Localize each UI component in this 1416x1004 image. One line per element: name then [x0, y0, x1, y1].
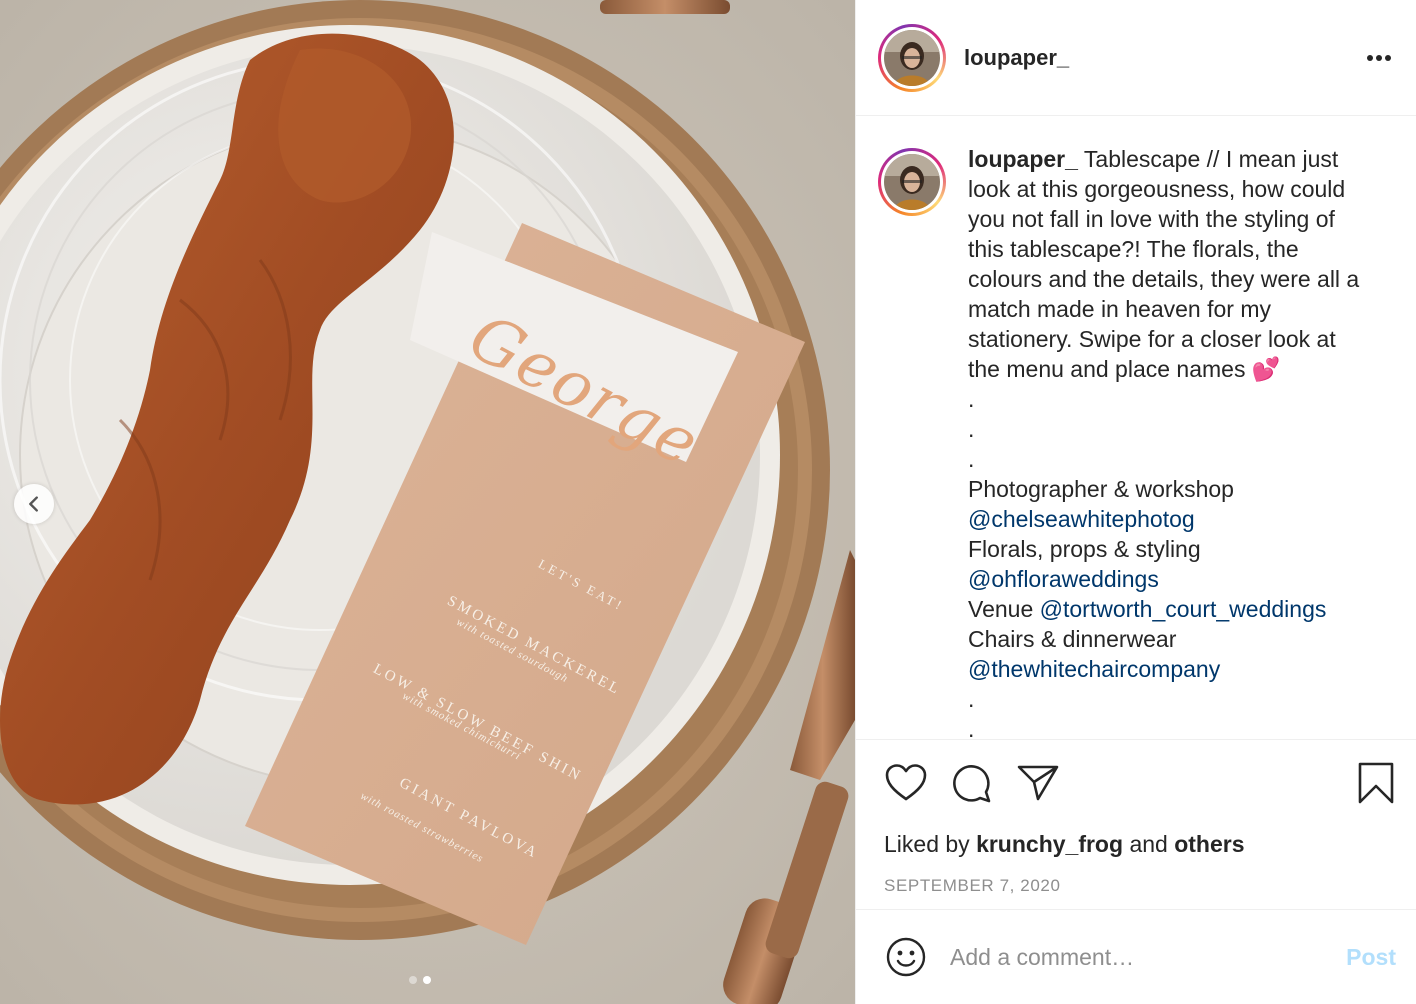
- caption-avatar[interactable]: [878, 148, 946, 216]
- caption-line: stationery. Swipe for a closer look at: [968, 326, 1336, 352]
- save-button[interactable]: [1354, 761, 1398, 805]
- caption-line: this tablescape?! The florals, the: [968, 236, 1299, 262]
- caption-line: .: [968, 686, 975, 712]
- liked-by-others[interactable]: others: [1174, 831, 1244, 857]
- carousel-dot: [409, 976, 417, 984]
- post-date[interactable]: SEPTEMBER 7, 2020: [856, 862, 1416, 910]
- tablescape-photo: [0, 0, 855, 1004]
- caption-line: colours and the details, they were all a: [968, 266, 1360, 292]
- caption-line: the menu and place names 💕: [968, 356, 1281, 382]
- carousel-dot-active: [423, 976, 431, 984]
- share-button[interactable]: [1016, 761, 1060, 805]
- more-horizontal-icon: [1367, 54, 1391, 61]
- caption-line: .: [968, 716, 975, 740]
- share-paper-plane-icon: [1017, 765, 1059, 801]
- caption-line: .: [968, 416, 975, 442]
- likes-summary: Liked by krunchy_frog and others: [856, 826, 1416, 862]
- mention-link[interactable]: @tortworth_court_weddings: [1040, 596, 1327, 622]
- liked-by-and: and: [1129, 831, 1168, 857]
- more-options-button[interactable]: [1362, 41, 1396, 75]
- caption-line: look at this gorgeousness, how could: [968, 176, 1346, 202]
- post-caption: loupaper_ Tablescape // I mean just look…: [878, 146, 1396, 740]
- avatar-photo: [884, 154, 940, 210]
- post-header: loupaper_: [856, 0, 1416, 116]
- caption-line: Chairs & dinnerwear: [968, 626, 1177, 652]
- post-comment-button[interactable]: Post: [1346, 944, 1396, 971]
- caption-text: loupaper_ Tablescape // I mean just look…: [968, 146, 1396, 740]
- comment-form: Post: [856, 910, 1416, 1004]
- avatar[interactable]: [878, 23, 946, 92]
- caption-line: Florals, props & styling: [968, 536, 1201, 562]
- emoji-button[interactable]: [884, 935, 928, 979]
- mention-link[interactable]: @ohfloraweddings: [968, 564, 1396, 594]
- comment-icon: [953, 765, 991, 803]
- heart-icon: [885, 764, 927, 801]
- caption-line: Venue: [968, 596, 1034, 622]
- header-username[interactable]: loupaper_: [964, 45, 1362, 71]
- caption-line: .: [968, 386, 975, 412]
- like-button[interactable]: [884, 761, 928, 805]
- post-sidebar: loupaper_ loupaper_ Tablescape // I mean…: [855, 0, 1416, 1004]
- chevron-left-icon: [29, 496, 38, 512]
- caption-line: Photographer & workshop: [968, 476, 1234, 502]
- avatar-photo: [884, 29, 940, 86]
- bookmark-icon: [1358, 762, 1394, 804]
- caption-line: match made in heaven for my: [968, 296, 1271, 322]
- comment-input[interactable]: [950, 943, 1337, 971]
- instagram-post: George LET'S EAT! SMOKED MACKEREL with t…: [0, 0, 1416, 1004]
- carousel-prev-button[interactable]: [14, 484, 54, 524]
- smiley-face-icon: [886, 937, 926, 977]
- post-photo[interactable]: George LET'S EAT! SMOKED MACKEREL with t…: [0, 0, 855, 1004]
- mention-link[interactable]: @chelseawhitephotog: [968, 504, 1396, 534]
- caption-line: you not fall in love with the styling of: [968, 206, 1335, 232]
- comments-section[interactable]: loupaper_ Tablescape // I mean just look…: [856, 116, 1416, 740]
- caption-line: Tablescape // I mean just: [1083, 146, 1339, 172]
- caption-line: .: [968, 446, 975, 472]
- carousel-indicator: [409, 976, 431, 984]
- caption-username[interactable]: loupaper_: [968, 146, 1078, 172]
- comment-button[interactable]: [950, 761, 994, 805]
- mention-link[interactable]: @thewhitechaircompany: [968, 654, 1396, 684]
- liked-by-user[interactable]: krunchy_frog: [976, 831, 1123, 857]
- liked-by-prefix: Liked by: [884, 831, 970, 857]
- action-bar: [856, 740, 1416, 826]
